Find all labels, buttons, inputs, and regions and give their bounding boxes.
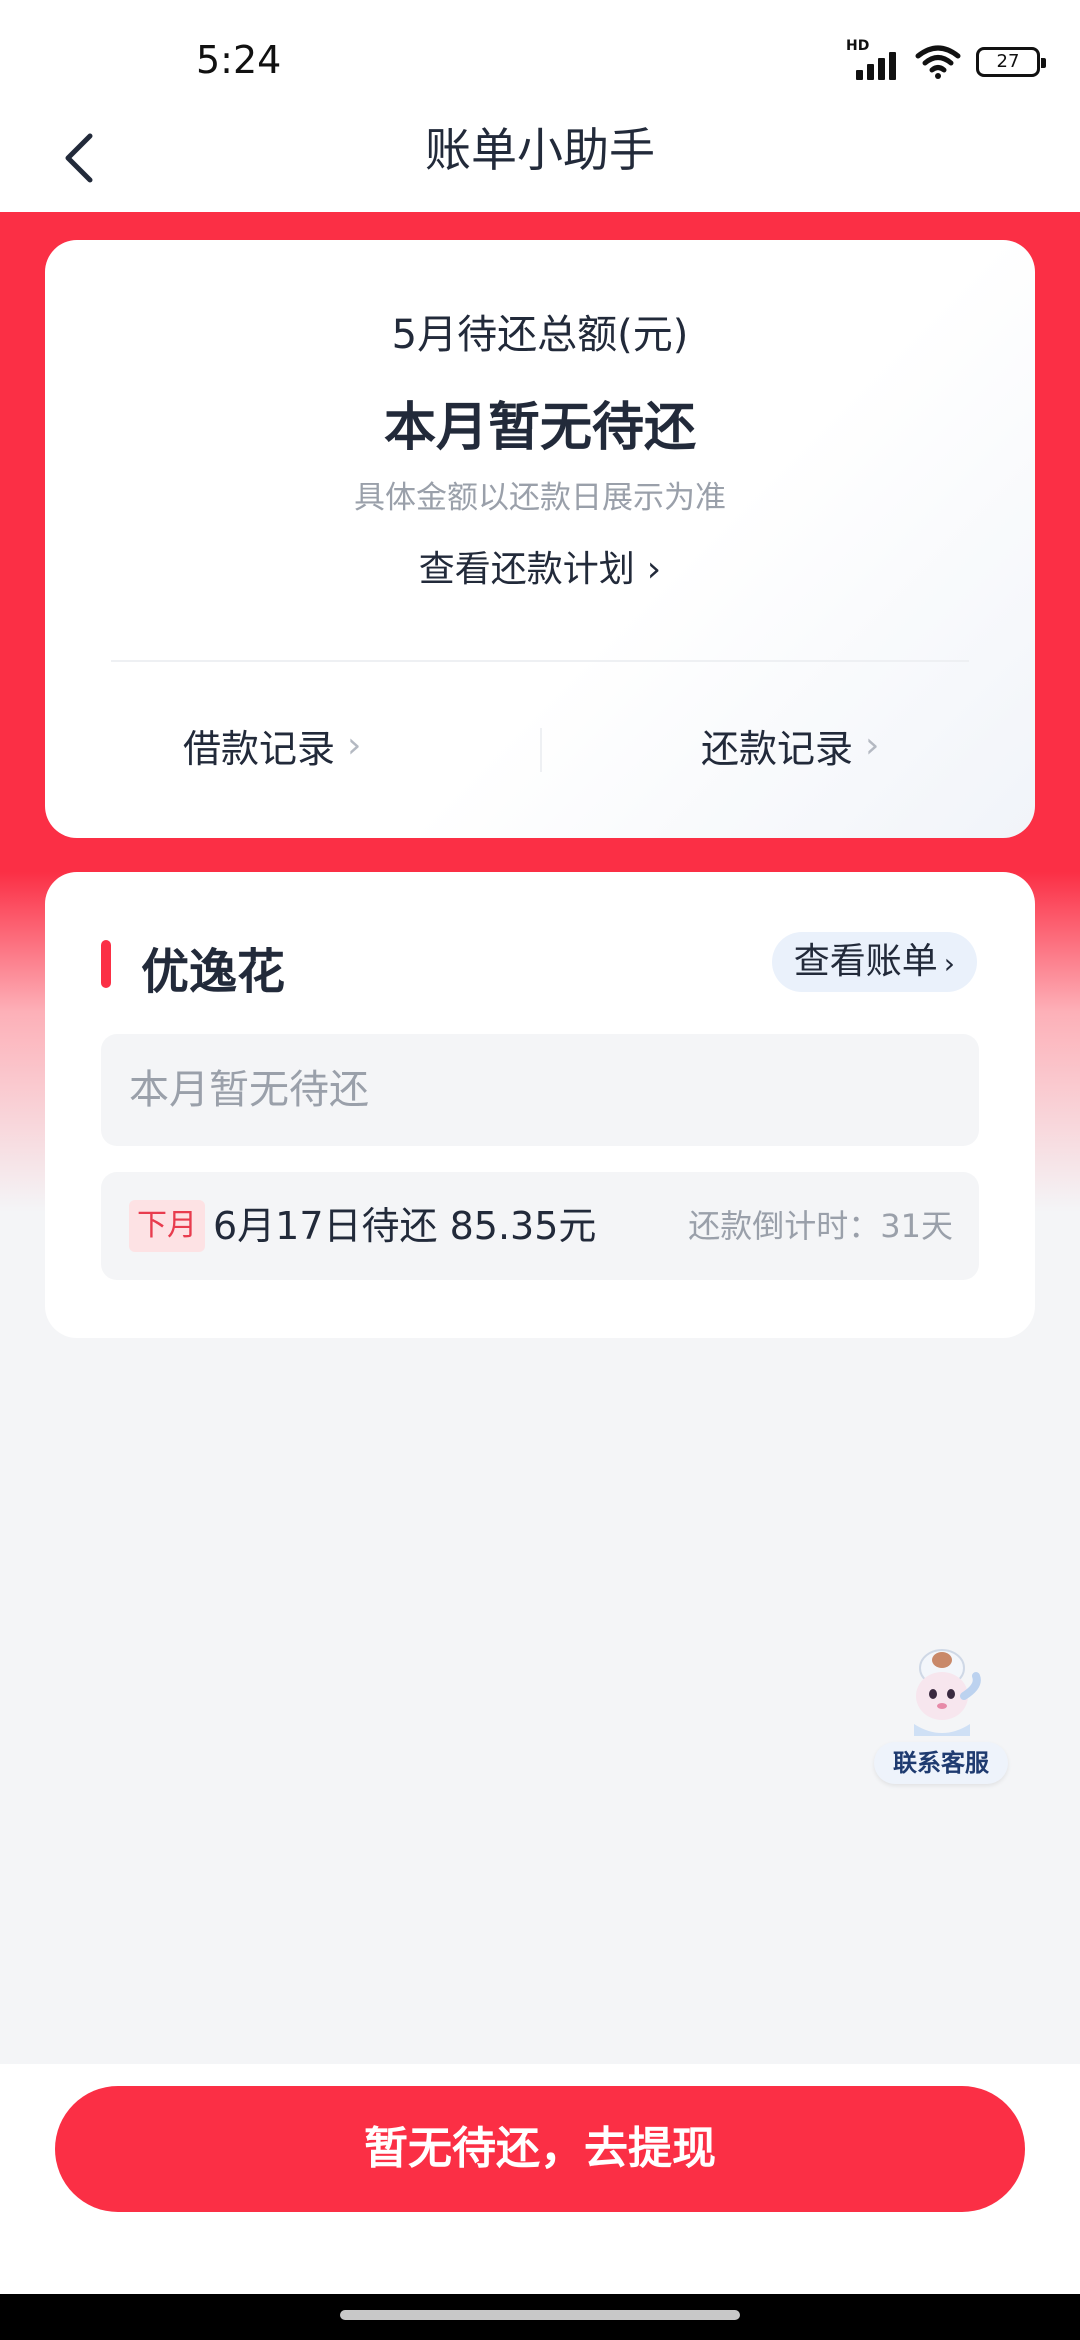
repayment-countdown: 还款倒计时：31天	[688, 1207, 953, 1245]
withdraw-button[interactable]: 暂无待还，去提现	[55, 2086, 1025, 2212]
bottom-action-area: 暂无待还，去提现	[0, 2064, 1080, 2294]
status-icons: HD 27	[846, 38, 1046, 80]
borrow-records-button[interactable]: 借款记录 ›	[183, 718, 361, 773]
product-name: 优逸花	[141, 944, 286, 1000]
title-accent-bar	[101, 940, 111, 988]
current-month-status: 本月暂无待还	[101, 1034, 979, 1146]
next-month-tag: 下月	[129, 1200, 205, 1252]
divider	[111, 660, 969, 662]
plan-link-label: 查看还款计划	[418, 549, 635, 590]
next-month-repayment: 下月 6月17日待还 85.35元 还款倒计时：31天	[101, 1172, 979, 1280]
battery-icon: 27	[976, 47, 1046, 77]
view-repayment-plan-link[interactable]: 查看还款计划 ›	[45, 540, 1035, 592]
next-repayment-text: 6月17日待还 85.35元	[213, 1204, 597, 1248]
chevron-right-icon: ›	[646, 549, 662, 590]
repay-records-label: 还款记录	[701, 727, 854, 771]
summary-card: 5月待还总额(元) 本月暂无待还 具体金额以还款日展示为准 查看还款计划 › 借款…	[45, 240, 1035, 838]
status-bar: 5:24 HD 27	[0, 0, 1080, 120]
battery-level: 27	[996, 51, 1020, 72]
chevron-right-icon: ›	[865, 725, 880, 766]
view-bill-button[interactable]: 查看账单 ›	[771, 932, 977, 992]
summary-note: 具体金额以还款日展示为准	[354, 480, 726, 516]
repay-records-button[interactable]: 还款记录 ›	[701, 718, 879, 773]
gesture-bar	[0, 2294, 1080, 2340]
view-bill-label: 查看账单	[793, 941, 938, 982]
wifi-icon	[915, 45, 961, 79]
nav-bar: 账单小助手	[0, 120, 1080, 212]
summary-month-label: 5月待还总额(元)	[391, 312, 689, 358]
summary-amount: 本月暂无待还	[383, 398, 696, 458]
hd-signal-icon: HD	[846, 38, 900, 80]
page-title: 账单小助手	[425, 123, 655, 177]
chevron-right-icon: ›	[347, 725, 362, 766]
chevron-right-icon: ›	[943, 947, 955, 980]
customer-service-label: 联系客服	[874, 1742, 1008, 1784]
vertical-divider	[540, 728, 542, 772]
customer-service-button[interactable]: 联系客服	[870, 1646, 1012, 1786]
home-indicator[interactable]	[340, 2310, 740, 2320]
status-time: 5:24	[196, 38, 282, 82]
borrow-records-label: 借款记录	[183, 727, 336, 771]
product-card: 优逸花 查看账单 › 本月暂无待还 下月 6月17日待还 85.35元 还款倒计时…	[45, 872, 1035, 1338]
rabbit-mascot-icon	[914, 1649, 981, 1736]
